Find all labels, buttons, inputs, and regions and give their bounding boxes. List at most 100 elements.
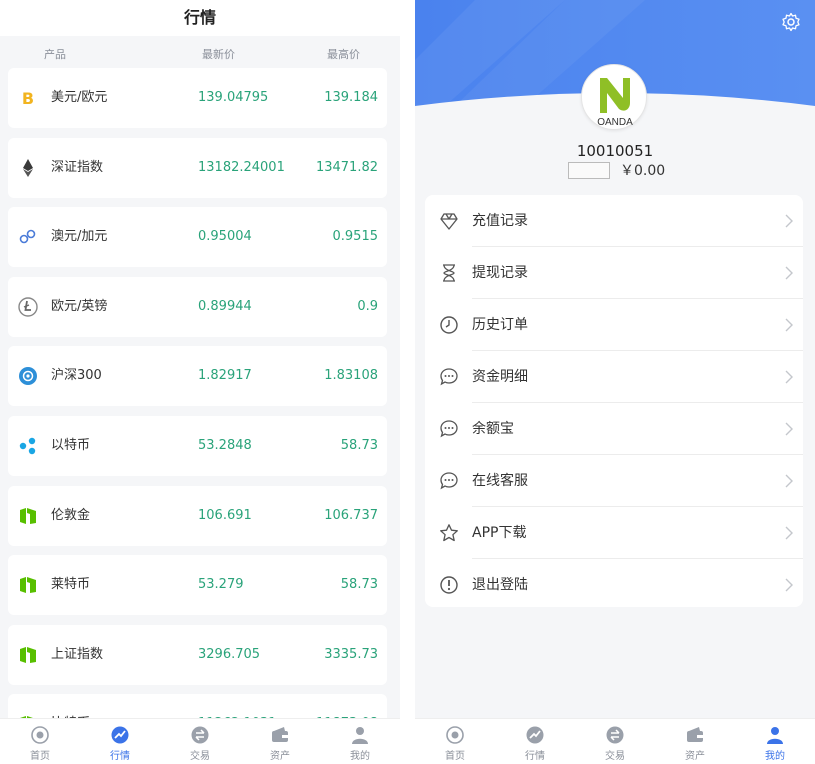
ethereum-icon — [18, 158, 38, 178]
market-row[interactable]: 以特币 53.2848 58.73 — [8, 416, 387, 476]
latest-price: 1.82917 — [198, 368, 252, 384]
product-name: 沪深300 — [51, 368, 102, 384]
tab-label: 资产 — [270, 751, 290, 762]
avatar[interactable]: OANDA — [581, 64, 647, 130]
trade-icon — [190, 725, 210, 745]
trade-icon — [605, 725, 625, 745]
product-name: 欧元/英镑 — [51, 298, 108, 314]
chevron-right-icon — [783, 265, 795, 281]
chat-icon — [439, 419, 459, 439]
high-price: 1.83108 — [324, 368, 378, 384]
clock-icon — [439, 315, 459, 335]
market-row[interactable]: 深证指数 13182.24001 13471.82 — [8, 137, 387, 198]
column-product: 产品 — [44, 48, 66, 61]
high-price: 0.9515 — [332, 229, 379, 245]
column-header: 产品 最新价 最高价 — [0, 36, 400, 68]
menu-item-label: 余额宝 — [472, 421, 514, 437]
chat-icon — [439, 471, 459, 491]
balance-amount: ￥0.00 — [620, 163, 666, 179]
menu-item[interactable]: APP下载 — [425, 507, 803, 559]
market-row[interactable]: 上证指数 3296.705 3335.73 — [8, 624, 387, 685]
menu-item-label: 充值记录 — [472, 213, 528, 229]
menu-item[interactable]: 退出登陆 — [425, 559, 803, 611]
tab-label: 行情 — [525, 751, 545, 762]
oanda-logo-text: OANDA — [597, 117, 633, 128]
user-icon — [765, 725, 785, 745]
balance-row: ￥0.00 — [568, 160, 665, 180]
diamond-icon — [439, 211, 459, 231]
tab-home[interactable]: 首页 — [0, 719, 80, 764]
tab-label: 我的 — [350, 751, 370, 762]
tab-chart[interactable]: 行情 — [80, 719, 160, 764]
menu-item[interactable]: 在线客服 — [425, 455, 803, 507]
market-row[interactable]: 欧元/英镑 0.89944 0.9 — [8, 276, 387, 337]
bitcoin-icon: B — [18, 88, 38, 108]
hourglass-icon — [439, 263, 459, 283]
menu-item-label: 提现记录 — [472, 265, 528, 281]
latest-price: 3296.705 — [198, 646, 261, 662]
latest-price: 139.04795 — [198, 90, 269, 105]
menu-item-label: 退出登陆 — [472, 577, 528, 593]
neo-icon — [18, 575, 38, 595]
tab-home[interactable]: 首页 — [415, 719, 495, 764]
tab-label: 资产 — [685, 751, 705, 762]
tab-trade[interactable]: 交易 — [160, 719, 240, 764]
chat-icon — [439, 367, 459, 387]
market-row[interactable]: B 美元/欧元 139.04795 139.184 — [8, 68, 387, 128]
user-id: 10010051 — [576, 142, 654, 160]
product-name: 以特币 — [51, 438, 91, 453]
tab-user[interactable]: 我的 — [735, 719, 815, 764]
market-panel: 行情 产品 最新价 最高价 B 美元/欧元 139.04795 139.184 深证指数… — [0, 0, 400, 764]
chevron-right-icon — [783, 317, 795, 333]
latest-price: 0.89944 — [198, 298, 252, 314]
home-icon — [445, 725, 465, 745]
menu-item[interactable]: 余额宝 — [425, 403, 803, 455]
high-price: 139.184 — [324, 90, 378, 105]
profile-panel: OANDA 10010051 ￥0.00 充值记录提现记录历史订单资金明细余额宝… — [415, 0, 815, 764]
market-row[interactable]: 沪深300 1.82917 1.83108 — [8, 346, 387, 407]
market-row[interactable]: 澳元/加元 0.95004 0.9515 — [8, 207, 387, 268]
chevron-right-icon — [783, 213, 795, 229]
market-row[interactable]: 伦敦金 106.691 106.737 — [8, 485, 387, 546]
menu-item[interactable]: 历史订单 — [425, 299, 803, 351]
product-name: 深证指数 — [51, 159, 104, 175]
product-name: 美元/欧元 — [51, 90, 108, 105]
latest-price: 13182.24001 — [198, 159, 285, 175]
tab-wallet[interactable]: 资产 — [240, 719, 320, 764]
settings-gear-icon[interactable] — [781, 12, 801, 32]
tab-label: 首页 — [445, 751, 465, 762]
broken-image-icon — [568, 161, 610, 179]
gear-coin-icon — [18, 366, 38, 386]
latest-price: 53.2848 — [198, 438, 252, 453]
menu-item-label: 历史订单 — [472, 317, 528, 333]
link-icon — [18, 227, 38, 247]
latest-price: 106.691 — [198, 507, 252, 523]
tab-label: 我的 — [765, 751, 785, 762]
menu-item-label: APP下载 — [472, 525, 527, 541]
product-name: 澳元/加元 — [51, 229, 108, 245]
chevron-right-icon — [783, 369, 795, 385]
profile-menu: 充值记录提现记录历史订单资金明细余额宝在线客服 APP下载退出登陆 — [425, 195, 803, 607]
column-latest-price: 最新价 — [202, 48, 235, 61]
menu-item[interactable]: 充值记录 — [425, 195, 803, 247]
tab-trade[interactable]: 交易 — [575, 719, 655, 764]
chevron-right-icon — [783, 473, 795, 489]
chart-icon — [525, 725, 545, 745]
tab-wallet[interactable]: 资产 — [655, 719, 735, 764]
latest-price: 53.279 — [198, 577, 244, 593]
high-price: 58.73 — [340, 438, 378, 453]
menu-item[interactable]: 资金明细 — [425, 351, 803, 403]
market-row[interactable]: 莱特币 53.279 58.73 — [8, 555, 387, 616]
tab-user[interactable]: 我的 — [320, 719, 400, 764]
home-icon — [30, 725, 50, 745]
wallet-icon — [685, 725, 705, 745]
chevron-right-icon — [783, 577, 795, 593]
latest-price: 0.95004 — [198, 229, 252, 245]
menu-item[interactable]: 提现记录 — [425, 247, 803, 299]
product-name: 伦敦金 — [51, 507, 91, 523]
tab-chart[interactable]: 行情 — [495, 719, 575, 764]
ripple-icon — [18, 436, 38, 456]
bottom-tab-bar: 首页 行情 交易 资产 我的 — [415, 718, 815, 764]
high-price: 0.9 — [357, 298, 378, 314]
svg-text:B: B — [22, 89, 34, 108]
